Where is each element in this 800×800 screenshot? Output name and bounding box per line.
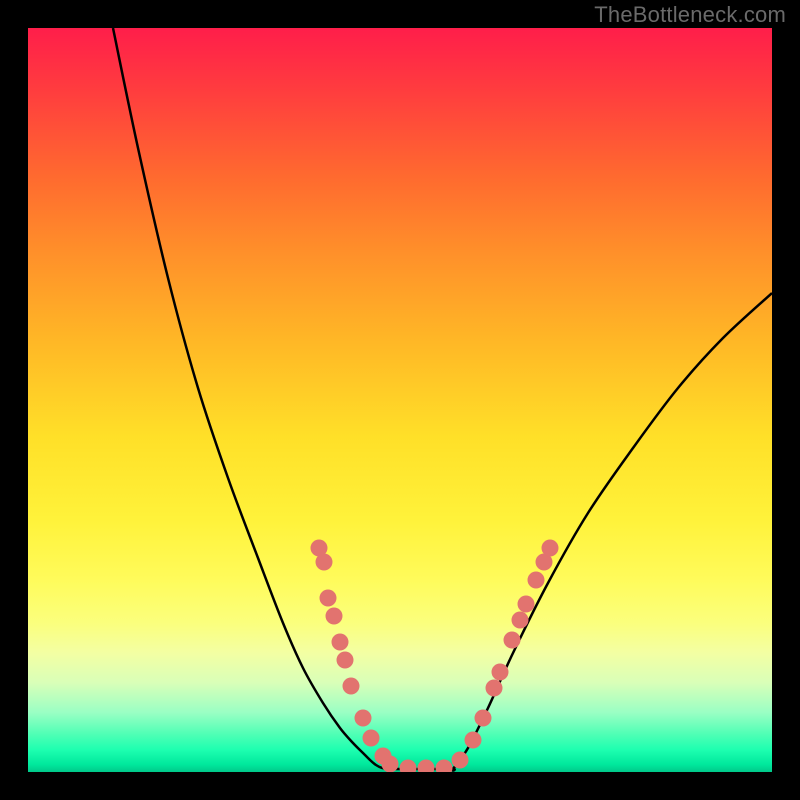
data-marker [512, 612, 529, 629]
data-marker [316, 554, 333, 571]
data-marker [486, 680, 503, 697]
bottleneck-curve [113, 28, 772, 771]
data-marker [320, 590, 337, 607]
data-marker [326, 608, 343, 625]
data-marker [382, 756, 399, 773]
chart-svg [28, 28, 772, 772]
data-marker [465, 732, 482, 749]
curve-line [113, 28, 772, 771]
data-marker [332, 634, 349, 651]
data-marker [504, 632, 521, 649]
data-marker [363, 730, 380, 747]
data-marker [436, 760, 453, 773]
data-marker [492, 664, 509, 681]
data-marker [528, 572, 545, 589]
data-marker [355, 710, 372, 727]
data-marker [418, 760, 435, 773]
plot-area [28, 28, 772, 772]
watermark-text: TheBottleneck.com [594, 2, 786, 28]
data-marker [475, 710, 492, 727]
data-marker [343, 678, 360, 695]
data-marker [542, 540, 559, 557]
data-marker [518, 596, 535, 613]
data-marker [400, 760, 417, 773]
data-marker [452, 752, 469, 769]
chart-frame: TheBottleneck.com [0, 0, 800, 800]
data-marker [337, 652, 354, 669]
